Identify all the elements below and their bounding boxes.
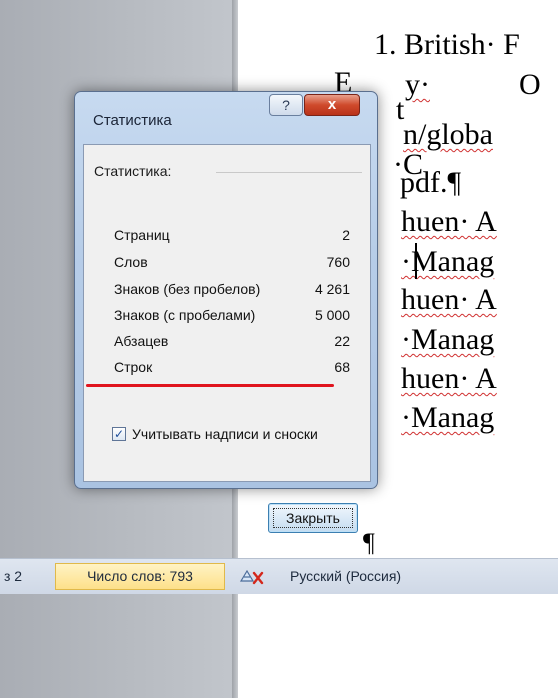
stat-label: Слов (114, 254, 148, 270)
stat-value: 68 (334, 359, 350, 375)
stat-value: 760 (326, 254, 350, 270)
doc-line: O (519, 68, 541, 101)
red-annotation-underline (86, 384, 334, 387)
doc-line: n/globa (403, 118, 493, 151)
checkmark-icon: ✓ (113, 427, 125, 441)
focus-rect (273, 508, 353, 528)
doc-line: huen· A (401, 362, 497, 395)
stat-value: 5 000 (314, 307, 350, 323)
group-label: Статистика: (94, 163, 172, 179)
stat-value: 22 (334, 333, 350, 349)
page-count-status[interactable]: з 2 (4, 559, 22, 594)
spellcheck-status-icon[interactable] (238, 565, 268, 589)
doc-line: huen· A (401, 283, 497, 316)
language-status[interactable]: Русский (Россия) (290, 559, 401, 594)
text-caret (415, 243, 417, 279)
statistics-dialog: Статистика ? x Статистика: Страниц 2 Сло… (74, 91, 378, 533)
checkbox-label[interactable]: Учитывать надписи и сноски (132, 426, 318, 442)
stat-value: 2 (342, 227, 350, 243)
doc-line: ·Manag (401, 401, 495, 434)
status-bar: з 2 Число слов: 793 Русский (Россия) (0, 558, 558, 594)
doc-line: y· (405, 68, 430, 101)
stat-label: Абзацев (114, 333, 169, 349)
dialog-client-area: Статистика: Страниц 2 Слов 760 Знаков (б… (83, 144, 371, 533)
group-divider (216, 172, 362, 173)
stat-label: Знаков (без пробелов) (114, 281, 261, 297)
word-count-status[interactable]: Число слов: 793 (55, 563, 225, 590)
pilcrow: ¶ (363, 528, 375, 557)
close-icon: x (327, 96, 337, 113)
doc-line: 1. British· F (374, 28, 520, 61)
include-textboxes-checkbox[interactable]: ✓ (112, 427, 126, 441)
close-dialog-button[interactable]: Закрыть (268, 503, 358, 533)
doc-line: ·Manag (401, 323, 495, 356)
close-button[interactable]: x (304, 94, 360, 116)
stat-label: Строк (114, 359, 153, 375)
stat-value: 4 261 (314, 281, 350, 297)
dialog-title: Статистика (93, 112, 172, 129)
doc-line: pdf.¶ (400, 166, 462, 199)
help-button[interactable]: ? (269, 94, 303, 116)
doc-line: huen· A (401, 205, 497, 238)
stat-label: Страниц (114, 227, 170, 243)
stat-label: Знаков (с пробелами) (114, 307, 256, 323)
